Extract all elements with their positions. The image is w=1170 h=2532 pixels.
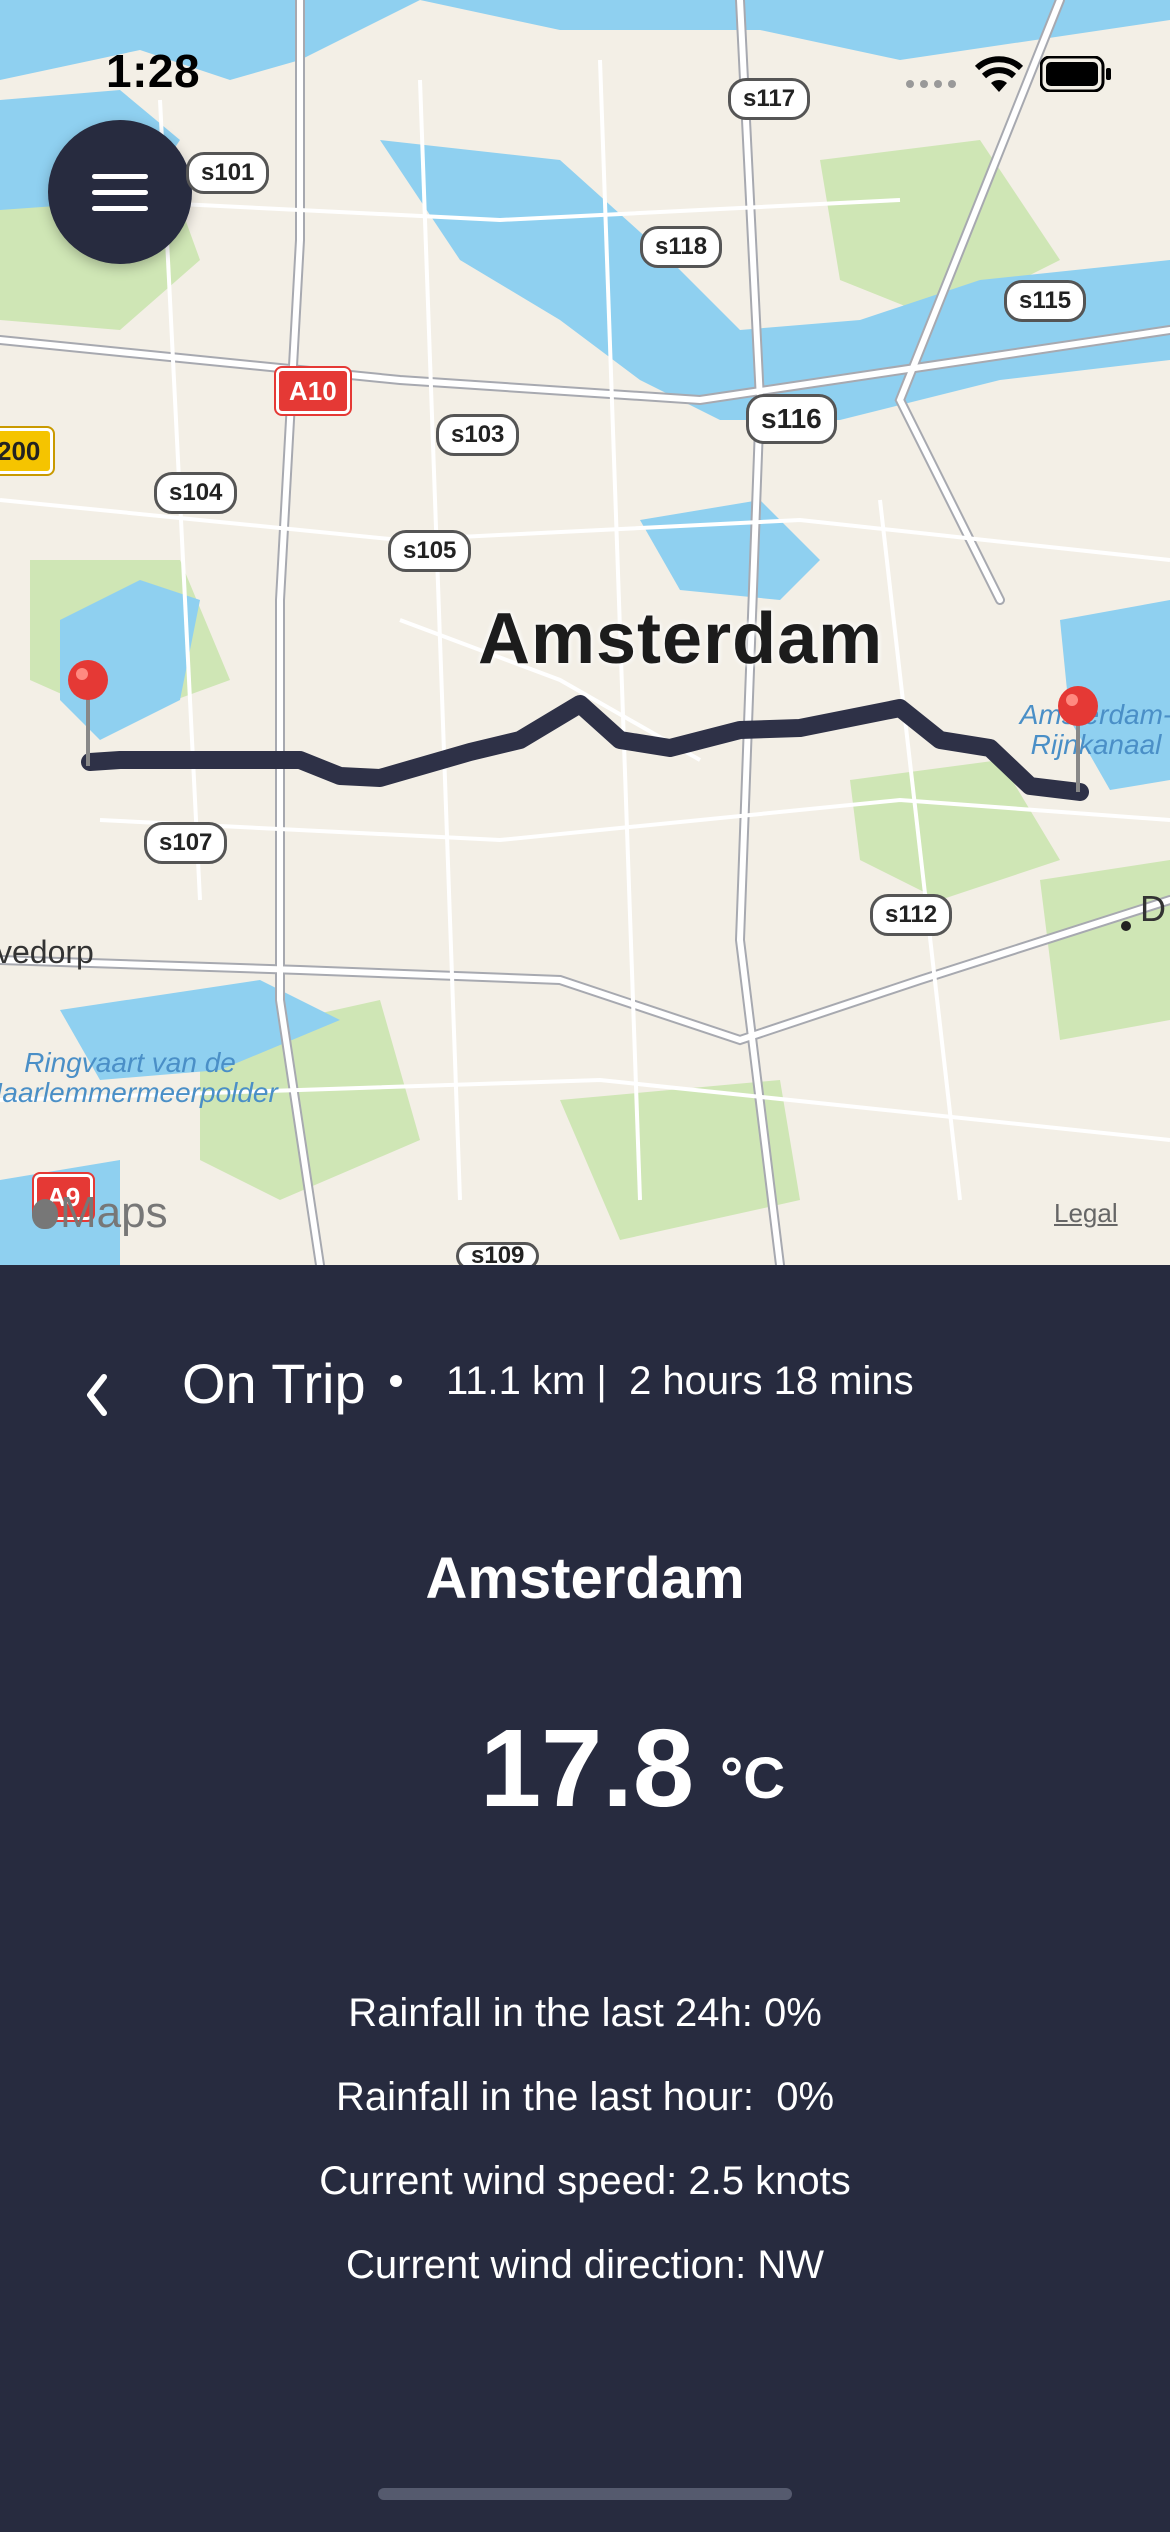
road-shield: s116 bbox=[746, 394, 837, 444]
temperature-unit: °C bbox=[720, 1746, 786, 1811]
maps-attribution: Maps bbox=[32, 1188, 168, 1238]
weather-place: Amsterdam bbox=[425, 1546, 745, 1611]
battery-icon bbox=[1040, 56, 1111, 92]
road-shield: s105 bbox=[388, 530, 472, 572]
city-label: Amsterdam bbox=[478, 599, 884, 679]
road-shield: s115 bbox=[1004, 280, 1087, 322]
legal-link[interactable]: Legal bbox=[1054, 1198, 1118, 1229]
road-shield: s104 bbox=[154, 472, 238, 514]
trip-panel: On Trip 11.1 km | 2 hours 18 mins Amster… bbox=[0, 1265, 1170, 2532]
highway-shield: 200 bbox=[0, 426, 56, 476]
status-bar: 1:28 bbox=[0, 0, 1170, 150]
road-shield: s118 bbox=[640, 226, 723, 268]
road-shield: s112 bbox=[870, 894, 953, 936]
rainfall-24h: Rainfall in the last 24h: 0% bbox=[348, 1991, 822, 2035]
home-indicator[interactable] bbox=[378, 2488, 792, 2500]
place-label: vedorp bbox=[0, 934, 94, 970]
map-pin-icon[interactable] bbox=[66, 658, 110, 770]
wifi-icon bbox=[974, 56, 1024, 92]
apple-logo-icon bbox=[32, 1199, 58, 1229]
map-pin-icon[interactable] bbox=[1056, 684, 1100, 796]
trip-title: On Trip bbox=[182, 1352, 366, 1415]
trip-distance: 11.1 km | bbox=[446, 1359, 607, 1403]
wind-speed: Current wind speed: 2.5 knots bbox=[319, 2159, 851, 2203]
wind-direction: Current wind direction: NW bbox=[346, 2243, 824, 2287]
map-view[interactable]: 1:28 s117 s101 s118 s115 s116 s103 s104 … bbox=[0, 0, 1170, 1265]
road-shield: s101 bbox=[186, 152, 270, 194]
place-dot-icon bbox=[1121, 921, 1131, 931]
menu-button[interactable] bbox=[48, 120, 192, 264]
cellular-icon bbox=[906, 80, 956, 88]
trip-summary: 11.1 km | 2 hours 18 mins bbox=[446, 1359, 914, 1404]
status-time: 1:28 bbox=[106, 45, 201, 97]
road-shield: s103 bbox=[436, 414, 520, 456]
trip-duration: 2 hours 18 mins bbox=[629, 1359, 914, 1403]
water-label: Ringvaart van de Haarlemmermeerpolder bbox=[0, 1047, 278, 1108]
road-shield: s107 bbox=[144, 822, 228, 864]
place-label: D bbox=[1140, 888, 1166, 929]
road-shield: s109 bbox=[456, 1242, 540, 1265]
temperature-value: 17.8 bbox=[480, 1707, 695, 1830]
road-shield: s117 bbox=[728, 78, 811, 120]
maps-attribution-text: Maps bbox=[60, 1188, 168, 1237]
separator-dot bbox=[390, 1375, 402, 1387]
rainfall-last-hour: Rainfall in the last hour: 0% bbox=[335, 2075, 835, 2119]
back-chevron-icon[interactable] bbox=[76, 1365, 116, 1425]
highway-shield: A10 bbox=[274, 366, 352, 416]
